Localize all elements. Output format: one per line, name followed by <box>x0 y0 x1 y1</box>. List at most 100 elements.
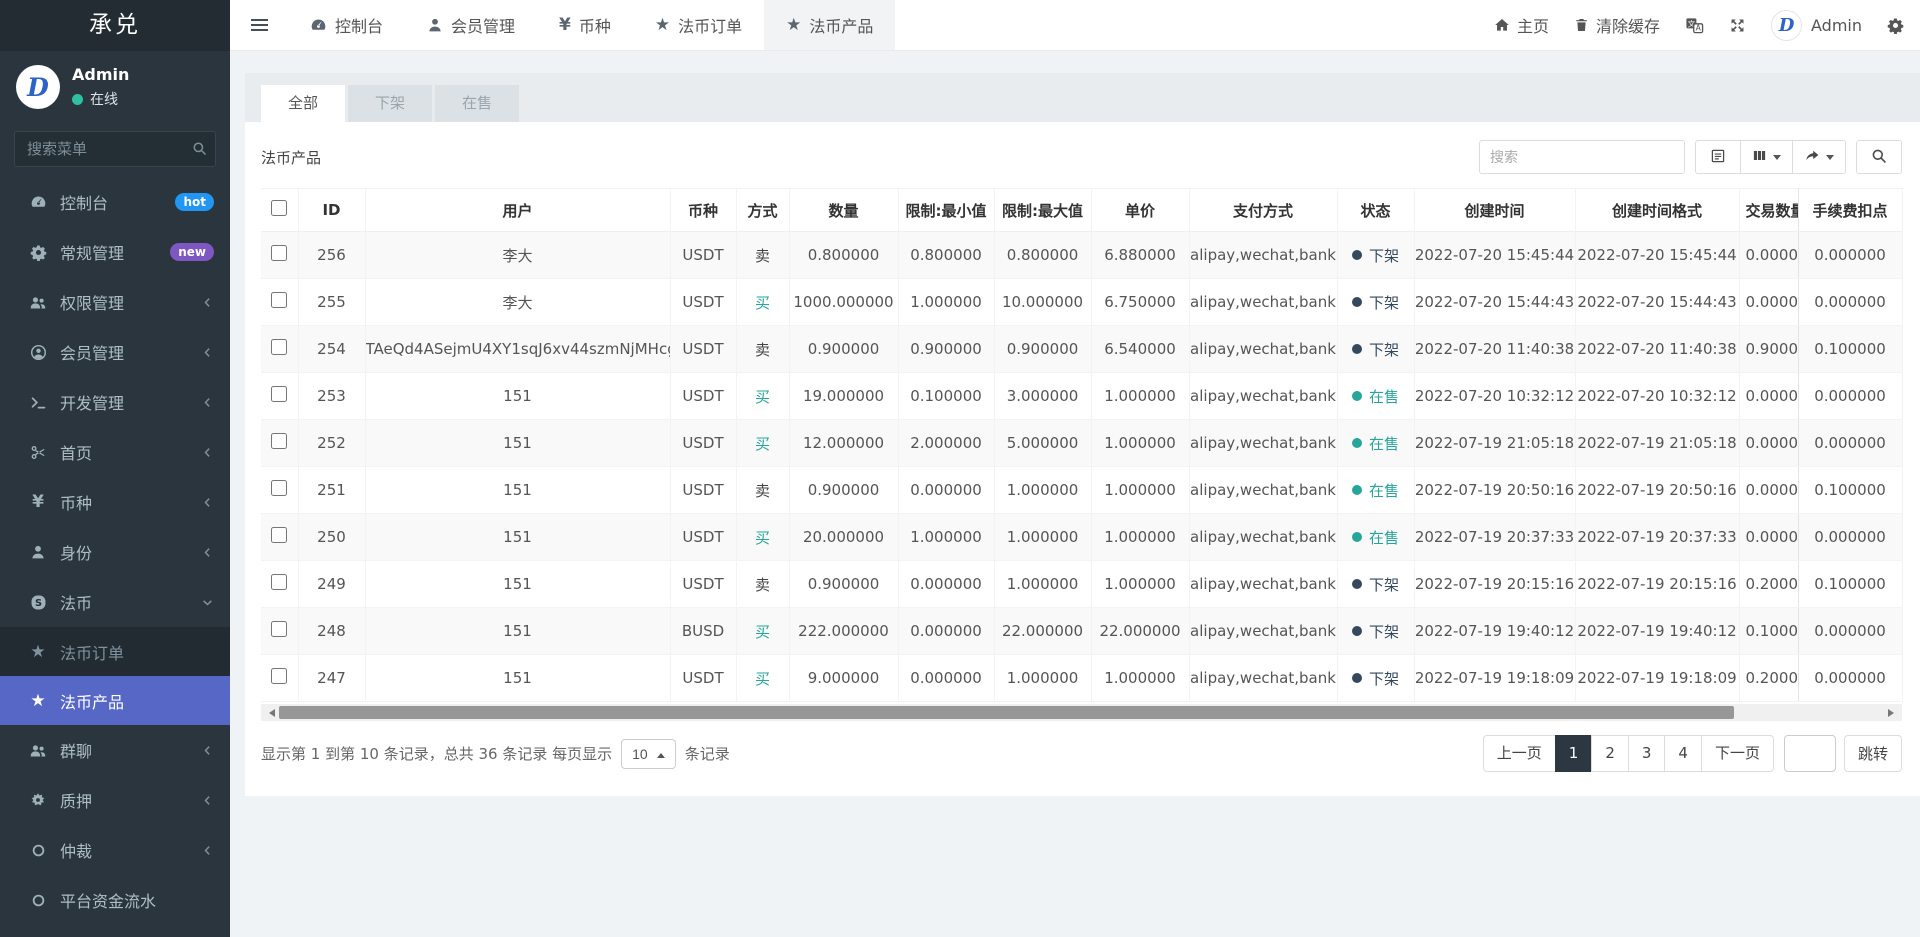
search-button[interactable] <box>1856 140 1902 174</box>
sidebar-item-member[interactable]: 会员管理 <box>0 327 230 377</box>
sidebar-item-platform-funds[interactable]: 平台资金流水 <box>0 875 230 925</box>
page-2[interactable]: 2 <box>1591 735 1629 772</box>
cell-price: 6.880000 <box>1091 232 1189 279</box>
jump-button[interactable]: 跳转 <box>1844 735 1902 772</box>
column-header-coin[interactable]: 币种 <box>670 189 736 232</box>
sidebar-item-pledge[interactable]: 质押 <box>0 775 230 825</box>
row-checkbox[interactable] <box>271 433 287 449</box>
row-select-cell <box>261 232 298 279</box>
select-all-checkbox[interactable] <box>271 200 287 216</box>
sidebar-item-label: 身份 <box>60 540 201 564</box>
column-header-created[interactable]: 创建时间 <box>1414 189 1575 232</box>
column-header-created_fmt[interactable]: 创建时间格式 <box>1575 189 1739 232</box>
row-checkbox[interactable] <box>271 621 287 637</box>
column-header-limit_max[interactable]: 限制:最大值 <box>994 189 1091 232</box>
table-search-input[interactable] <box>1479 140 1685 174</box>
detail-view-button[interactable] <box>1695 140 1741 174</box>
row-checkbox[interactable] <box>271 339 287 355</box>
filter-tab-all[interactable]: 全部 <box>261 85 345 122</box>
cell-created: 2022-07-20 10:32:12 <box>1414 373 1575 420</box>
sidebar-item-auth[interactable]: 权限管理 <box>0 277 230 327</box>
sidebar-item-arbitration[interactable]: 仲裁 <box>0 825 230 875</box>
column-header-side[interactable]: 方式 <box>736 189 789 232</box>
page-size-select[interactable]: 10 <box>621 739 676 769</box>
jump-page-input[interactable] <box>1784 735 1836 772</box>
export-button[interactable] <box>1793 140 1846 174</box>
settings-gear-icon[interactable] <box>1887 17 1904 34</box>
sidebar-item-group-chat[interactable]: 群聊 <box>0 725 230 775</box>
row-select-cell <box>261 608 298 655</box>
filter-tab-on-sale[interactable]: 在售 <box>435 85 519 122</box>
user-circle-icon <box>26 344 50 361</box>
columns-button[interactable] <box>1741 140 1793 174</box>
column-header-amount[interactable]: 数量 <box>789 189 898 232</box>
cell-status: 下架 <box>1337 326 1414 373</box>
scroll-left-arrow[interactable] <box>261 704 279 721</box>
yen-icon: ¥ <box>559 15 571 35</box>
scroll-right-arrow[interactable] <box>1884 704 1902 721</box>
users-icon <box>26 742 50 759</box>
menu-search-input[interactable] <box>14 131 216 167</box>
row-checkbox[interactable] <box>271 574 287 590</box>
cell-amount: 0.900000 <box>789 467 898 514</box>
translate-icon[interactable]: 文A <box>1685 16 1704 35</box>
column-header-id[interactable]: ID <box>298 189 365 232</box>
cell-limit_min: 0.000000 <box>898 467 994 514</box>
star-icon: ★ <box>655 15 670 35</box>
sidebar-item-identity[interactable]: 身份 <box>0 527 230 577</box>
sidebar-item-label: 币种 <box>60 490 201 514</box>
scrollbar-track[interactable] <box>279 704 1884 721</box>
row-checkbox[interactable] <box>271 292 287 308</box>
page-4[interactable]: 4 <box>1664 735 1702 772</box>
sidebar-item-dev[interactable]: 开发管理 <box>0 377 230 427</box>
cell-id: 250 <box>298 514 365 561</box>
side-label: 买 <box>755 623 770 641</box>
topbar-tab-currency[interactable]: ¥币种 <box>537 0 633 50</box>
column-header-status[interactable]: 状态 <box>1337 189 1414 232</box>
cell-id: 253 <box>298 373 365 420</box>
row-checkbox[interactable] <box>271 527 287 543</box>
cell-limit_max: 1.000000 <box>994 655 1091 702</box>
topbar-tab-member[interactable]: 会员管理 <box>405 0 537 50</box>
cell-fee: 0.100000 <box>1798 467 1902 514</box>
column-header-pay[interactable]: 支付方式 <box>1189 189 1337 232</box>
column-header-tx_amount[interactable]: 交易数量 <box>1739 189 1798 232</box>
column-header-limit_min[interactable]: 限制:最小值 <box>898 189 994 232</box>
sidebar-item-fiat[interactable]: S法币 <box>0 577 230 627</box>
sidebar-item-fiat-product[interactable]: ★法币产品 <box>0 676 230 725</box>
sidebar-item-fiat-order[interactable]: ★法币订单 <box>0 627 230 676</box>
sidebar-item-console[interactable]: 控制台hot <box>0 177 230 227</box>
scrollbar-thumb[interactable] <box>279 706 1734 719</box>
filter-tab-off-shelf[interactable]: 下架 <box>348 85 432 122</box>
sidebar-item-general[interactable]: 常规管理new <box>0 227 230 277</box>
svg-text:S: S <box>34 598 41 609</box>
row-checkbox[interactable] <box>271 386 287 402</box>
row-checkbox[interactable] <box>271 668 287 684</box>
page-prev[interactable]: 上一页 <box>1483 735 1556 772</box>
row-checkbox[interactable] <box>271 245 287 261</box>
new-badge: new <box>170 243 214 261</box>
flower-icon <box>26 792 50 808</box>
clear-cache-link[interactable]: 清除缓存 <box>1574 13 1660 37</box>
page-next[interactable]: 下一页 <box>1701 735 1774 772</box>
topbar-tab-console[interactable]: 控制台 <box>288 0 405 50</box>
sidebar-item-home[interactable]: 首页 <box>0 427 230 477</box>
home-icon <box>1494 17 1510 33</box>
cell-created_fmt: 2022-07-20 15:44:43 <box>1575 279 1739 326</box>
page-1[interactable]: 1 <box>1555 735 1593 772</box>
row-checkbox[interactable] <box>271 480 287 496</box>
column-header-price[interactable]: 单价 <box>1091 189 1189 232</box>
user-menu[interactable]: D Admin <box>1771 10 1862 41</box>
user-icon <box>26 544 50 560</box>
pagination-info-suffix: 条记录 <box>685 743 730 764</box>
fullscreen-icon[interactable] <box>1729 17 1746 34</box>
topbar-tab-fiat-product[interactable]: ★法币产品 <box>764 0 895 50</box>
menu-toggle-icon[interactable] <box>230 0 288 50</box>
horizontal-scrollbar[interactable] <box>261 704 1902 721</box>
column-header-user[interactable]: 用户 <box>365 189 670 232</box>
column-header-fee[interactable]: 手续费扣点 <box>1798 189 1902 232</box>
sidebar-item-currency[interactable]: ¥币种 <box>0 477 230 527</box>
topbar-tab-fiat-order[interactable]: ★法币订单 <box>633 0 764 50</box>
page-3[interactable]: 3 <box>1628 735 1666 772</box>
home-link[interactable]: 主页 <box>1494 13 1549 37</box>
